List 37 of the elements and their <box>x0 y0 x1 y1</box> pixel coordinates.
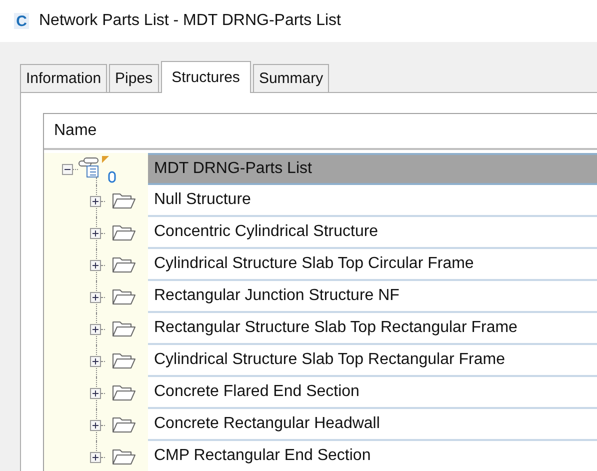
tree-item[interactable]: Rectangular Junction Structure NF <box>148 281 597 313</box>
folder-icon <box>112 193 136 209</box>
tree-item[interactable]: Rectangular Structure Slab Top Rectangular Frame <box>148 313 597 345</box>
tab[interactable]: Summary <box>252 64 330 92</box>
folder-icon <box>112 289 136 305</box>
tree-item[interactable]: Concentric Cylindrical Structure <box>148 217 597 249</box>
window-title: Network Parts List - MDT DRNG-Parts List <box>39 12 341 30</box>
expand-toggle[interactable] <box>90 452 101 462</box>
tab[interactable]: Pipes <box>109 64 159 92</box>
tab[interactable]: Structures <box>160 61 251 93</box>
expand-toggle[interactable] <box>90 356 101 366</box>
tree-item[interactable]: Cylindrical Structure Slab Top Circular Frame <box>148 249 597 281</box>
expand-toggle[interactable] <box>90 388 101 398</box>
folder-icon <box>112 385 136 401</box>
expand-toggle[interactable] <box>90 292 101 302</box>
expand-toggle[interactable] <box>90 324 101 334</box>
tree-item[interactable]: Concrete Flared End Section <box>148 377 597 409</box>
tree-item[interactable]: Concrete Rectangular Headwall <box>148 409 597 441</box>
expand-toggle[interactable] <box>90 420 101 430</box>
expand-toggle[interactable] <box>90 196 101 206</box>
tree-item[interactable]: MDT DRNG-Parts List <box>148 153 597 185</box>
column-header[interactable]: Name <box>44 114 597 150</box>
folder-icon <box>112 225 136 241</box>
tree-item[interactable]: CMP Rectangular End Section <box>148 441 597 471</box>
expand-toggle[interactable] <box>90 228 101 238</box>
expand-toggle[interactable] <box>62 164 73 174</box>
folder-icon <box>112 449 136 465</box>
folder-icon <box>112 257 136 273</box>
tree-item[interactable]: Null Structure <box>148 185 597 217</box>
folder-icon <box>112 353 136 369</box>
tab[interactable]: Information <box>20 64 108 92</box>
folder-icon <box>112 321 136 337</box>
tree-item[interactable]: Cylindrical Structure Slab Top Rectangular Frame <box>148 345 597 377</box>
folder-icon <box>112 417 136 433</box>
app-logo: C <box>14 13 29 29</box>
expand-toggle[interactable] <box>90 260 101 270</box>
network-parts-icon <box>78 155 116 183</box>
